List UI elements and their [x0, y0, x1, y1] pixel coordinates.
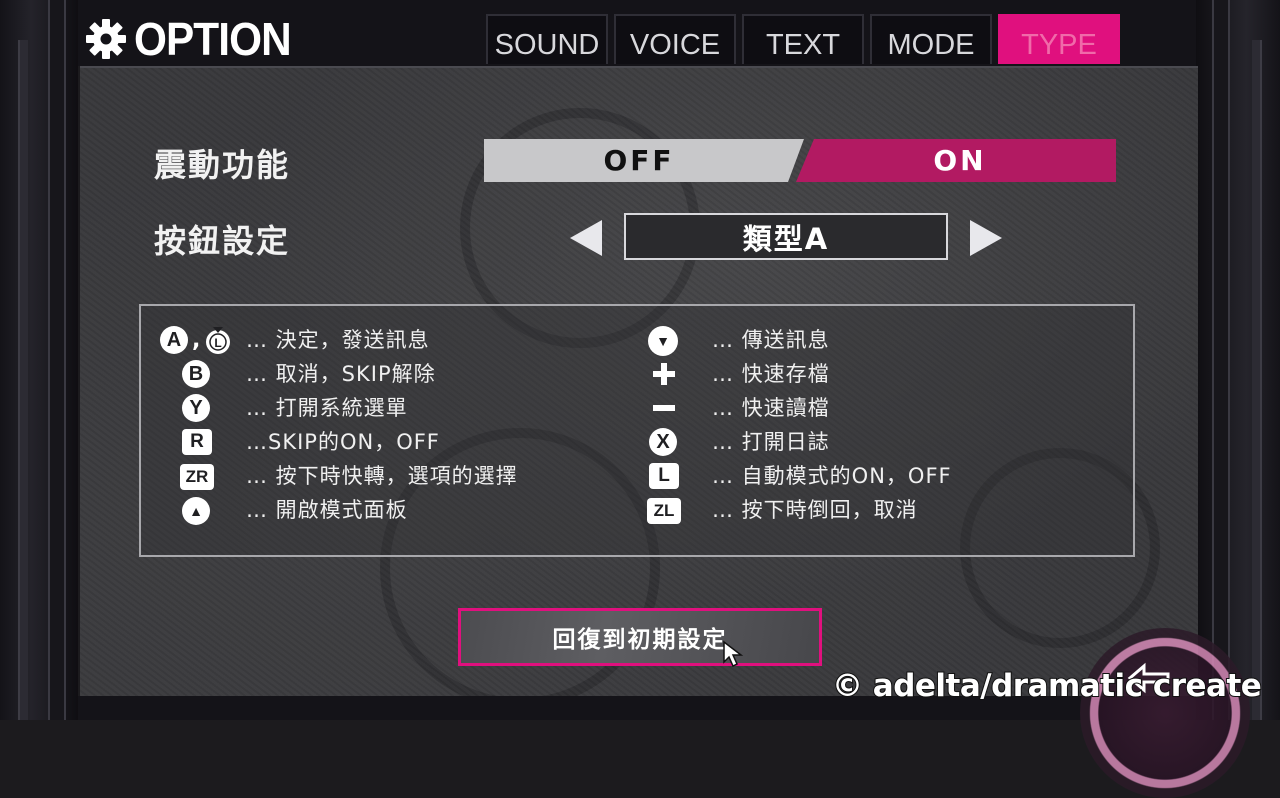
legend-text-plus: … 快速存檔 [712, 362, 830, 386]
title-text: OPTION [134, 13, 292, 65]
svg-text:L: L [215, 336, 222, 350]
legend-text-a: … 決定，發送訊息 [246, 328, 430, 352]
zr-button-icon: ZR [180, 464, 214, 490]
reset-defaults-button[interactable]: 回復到初期設定 [458, 608, 822, 666]
dpad-up-icon: ▲ [182, 497, 210, 525]
r-button-icon: R [182, 429, 212, 455]
legend-text-zr: … 按下時快轉，選項的選擇 [246, 464, 518, 488]
legend-text-dpad-up: … 開啟模式面板 [246, 498, 408, 522]
tab-bar: SOUND VOICE TEXT MODE TYPE [486, 14, 1120, 64]
x-button-icon: X [649, 428, 677, 456]
zl-button-icon: ZL [647, 498, 681, 524]
l-button-icon: L [649, 463, 679, 489]
button-config-label: 按鈕設定 [154, 222, 291, 260]
right-frame [1196, 0, 1280, 720]
page-title: OPTION [84, 12, 304, 66]
y-button-icon: Y [182, 394, 210, 422]
vibration-on-option[interactable]: ON [804, 139, 1116, 182]
vibration-toggle: OFF ON [484, 139, 1116, 182]
legend-text-r: …SKIP的ON，OFF [246, 430, 440, 454]
arrow-right-icon[interactable] [968, 218, 1004, 258]
legend-text-y: … 打開系統選單 [246, 396, 408, 420]
tab-voice[interactable]: VOICE [614, 14, 736, 64]
vibration-label: 震動功能 [154, 146, 291, 184]
button-config-value: 類型A [624, 213, 948, 260]
legend-text-l: … 自動模式的ON，OFF [712, 464, 952, 488]
tab-text[interactable]: TEXT [742, 14, 864, 64]
legend-text-zl: … 按下時倒回，取消 [712, 498, 918, 522]
legend-text-dpad-down: … 傳送訊息 [712, 328, 830, 352]
gear-icon [86, 19, 126, 59]
copyright-watermark: © adelta/dramatic create [831, 667, 1263, 705]
legend-text-x: … 打開日誌 [712, 430, 830, 454]
dpad-down-icon: ▼ [648, 326, 678, 356]
left-frame [0, 0, 78, 720]
tab-sound[interactable]: SOUND [486, 14, 608, 64]
b-button-icon: B [182, 360, 210, 388]
a-button-and-l-stick-icon: A , L [160, 325, 232, 355]
legend-text-b: … 取消，SKIP解除 [246, 362, 436, 386]
arrow-left-icon[interactable] [568, 218, 604, 258]
legend-text-minus: … 快速讀檔 [712, 396, 830, 420]
mouse-cursor-icon [723, 640, 744, 668]
plus-button-icon [653, 363, 675, 385]
corner-emblem [1080, 628, 1250, 798]
tab-type[interactable]: TYPE [998, 14, 1120, 64]
minus-button-icon [653, 405, 675, 411]
tab-mode[interactable]: MODE [870, 14, 992, 64]
vibration-off-option[interactable]: OFF [484, 139, 794, 182]
